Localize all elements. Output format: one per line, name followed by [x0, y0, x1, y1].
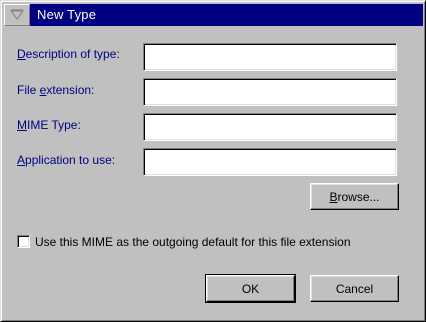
- system-menu-button[interactable]: [4, 4, 30, 26]
- application-input[interactable]: [143, 148, 397, 176]
- browse-button[interactable]: Browse...: [310, 183, 399, 210]
- new-type-dialog: New Type Description of type: File exten…: [0, 0, 426, 322]
- description-input[interactable]: [143, 43, 397, 71]
- file-extension-label: File extension:: [17, 83, 95, 97]
- application-label: Application to use:: [17, 153, 116, 167]
- title-bar[interactable]: New Type: [4, 4, 423, 26]
- system-menu-icon: [10, 9, 24, 20]
- window-title: New Type: [37, 7, 97, 22]
- description-label: Description of type:: [17, 47, 120, 61]
- mime-type-label: MIME Type:: [17, 118, 81, 132]
- cancel-button[interactable]: Cancel: [310, 275, 399, 302]
- default-mime-checkbox-label[interactable]: Use this MIME as the outgoing default fo…: [35, 235, 351, 249]
- default-mime-checkbox[interactable]: [17, 235, 30, 248]
- ok-button[interactable]: OK: [205, 274, 296, 303]
- file-extension-input[interactable]: [143, 78, 397, 106]
- mime-type-input[interactable]: [143, 113, 397, 141]
